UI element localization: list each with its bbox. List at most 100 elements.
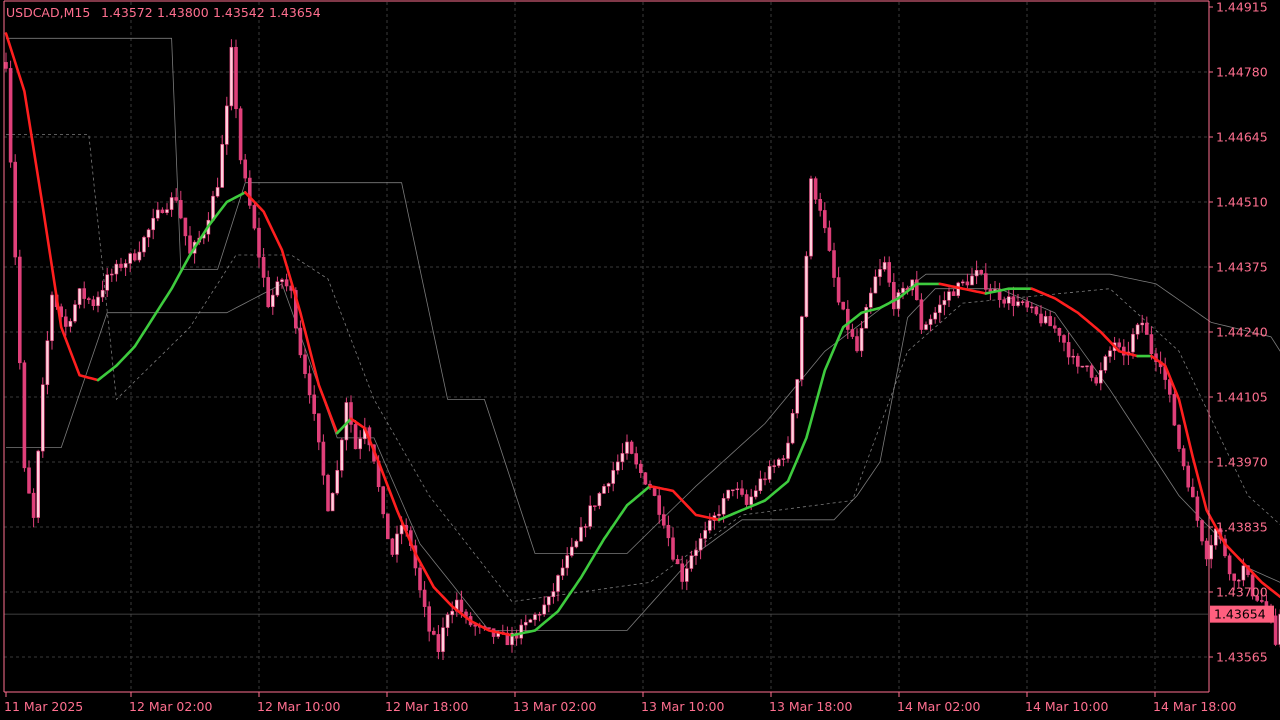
candle-body — [312, 394, 317, 414]
candle-body — [1172, 394, 1177, 426]
candle-body — [758, 478, 763, 491]
candle-body — [859, 327, 864, 352]
candle-body — [1181, 448, 1186, 467]
candle-body — [638, 463, 643, 473]
candle-body — [597, 493, 602, 507]
candle-body — [234, 46, 238, 110]
candle-body — [795, 379, 800, 414]
candle-body — [887, 262, 892, 283]
candle-body — [684, 568, 689, 582]
candle-body — [781, 458, 786, 460]
candle-body — [77, 288, 82, 305]
y-tick-label: 1.44645 — [1216, 130, 1268, 145]
candle-body — [243, 159, 247, 179]
candle-body — [661, 514, 666, 526]
candle-body — [1002, 299, 1007, 304]
x-tick-label: 11 Mar 2025 — [4, 699, 83, 714]
candle-body — [841, 301, 846, 310]
low-value: 1.43542 — [213, 5, 265, 20]
candle-body — [579, 526, 583, 542]
candle-body — [882, 262, 887, 270]
candle-body — [675, 559, 680, 565]
candle-body — [937, 304, 942, 313]
candle-body — [45, 340, 50, 385]
candle-body — [275, 281, 280, 296]
candle-body — [1062, 335, 1066, 343]
candle-body — [390, 538, 395, 555]
candle-body — [27, 467, 31, 494]
y-tick-label: 1.43700 — [1216, 585, 1268, 600]
candle-body — [523, 622, 528, 626]
candle-body — [560, 567, 565, 576]
candle-body — [1260, 600, 1264, 602]
candle-body — [36, 450, 41, 518]
candle-body — [537, 613, 542, 616]
candle-body — [1232, 573, 1236, 581]
candle-body — [22, 362, 27, 469]
candle-body — [533, 614, 537, 621]
candle-body — [1066, 342, 1071, 358]
candle-body — [809, 178, 813, 257]
x-tick-label: 13 Mar 10:00 — [641, 699, 725, 714]
candle-body — [717, 513, 721, 516]
candle-body — [1085, 365, 1089, 368]
candle-body — [1053, 325, 1057, 329]
y-tick-label: 1.44915 — [1216, 0, 1268, 15]
candle-body — [1145, 322, 1149, 335]
candle-body — [767, 466, 772, 480]
candle-body — [519, 624, 524, 639]
candle-body — [565, 555, 570, 569]
candle-body — [620, 453, 625, 463]
candle-body — [298, 327, 303, 356]
x-tick-label: 14 Mar 18:00 — [1153, 699, 1237, 714]
candle-body — [942, 300, 947, 306]
candle-body — [979, 270, 984, 274]
candle-body — [427, 606, 432, 632]
chart-header: USDCAD,M15 1.43572 1.43800 1.43542 1.436… — [6, 5, 321, 20]
candle-body — [385, 513, 390, 540]
candle-body — [1099, 370, 1103, 384]
candle-body — [358, 438, 363, 450]
candle-body — [1025, 301, 1029, 308]
candle-body — [270, 294, 275, 308]
candle-body — [1094, 377, 1098, 384]
candle-body — [569, 546, 574, 556]
x-tick-label: 12 Mar 18:00 — [385, 699, 469, 714]
price-tag-label: 1.43654 — [1214, 607, 1266, 622]
candle-body — [740, 488, 744, 495]
y-tick-label: 1.44240 — [1216, 325, 1268, 340]
candle-body — [1117, 342, 1121, 348]
candle-body — [307, 373, 312, 396]
price-chart[interactable]: 1.44915 1.44780 1.44645 1.44510 1.44375 1.442… — [0, 0, 1280, 720]
candle-body — [160, 209, 165, 214]
candle-body — [330, 492, 335, 512]
candle-body — [850, 329, 855, 337]
candle-body — [1131, 333, 1135, 353]
candle-body — [4, 62, 8, 69]
candle-body — [418, 567, 422, 591]
candle-body — [1200, 520, 1204, 542]
candle-body — [924, 324, 928, 330]
candle-body — [123, 263, 128, 268]
candle-body — [666, 524, 671, 539]
candle-body — [1076, 355, 1080, 367]
candle-body — [381, 486, 386, 515]
candle-body — [1034, 306, 1039, 315]
candle-body — [266, 277, 271, 308]
candle-body — [744, 494, 749, 505]
candle-body — [1071, 355, 1075, 358]
candle-body — [790, 412, 795, 444]
candle-body — [1195, 496, 1200, 521]
candle-body — [169, 197, 174, 210]
candle-body — [252, 205, 257, 229]
candle-body — [137, 251, 142, 261]
candle-body — [73, 304, 77, 322]
close-value: 1.43654 — [269, 5, 321, 20]
candle-body — [1030, 306, 1034, 309]
candle-body — [450, 610, 455, 616]
candle-body — [657, 495, 662, 515]
candle-body — [671, 537, 675, 560]
candle-body — [100, 289, 105, 298]
candle-body — [445, 614, 450, 628]
y-tick-label: 1.44375 — [1216, 260, 1268, 275]
